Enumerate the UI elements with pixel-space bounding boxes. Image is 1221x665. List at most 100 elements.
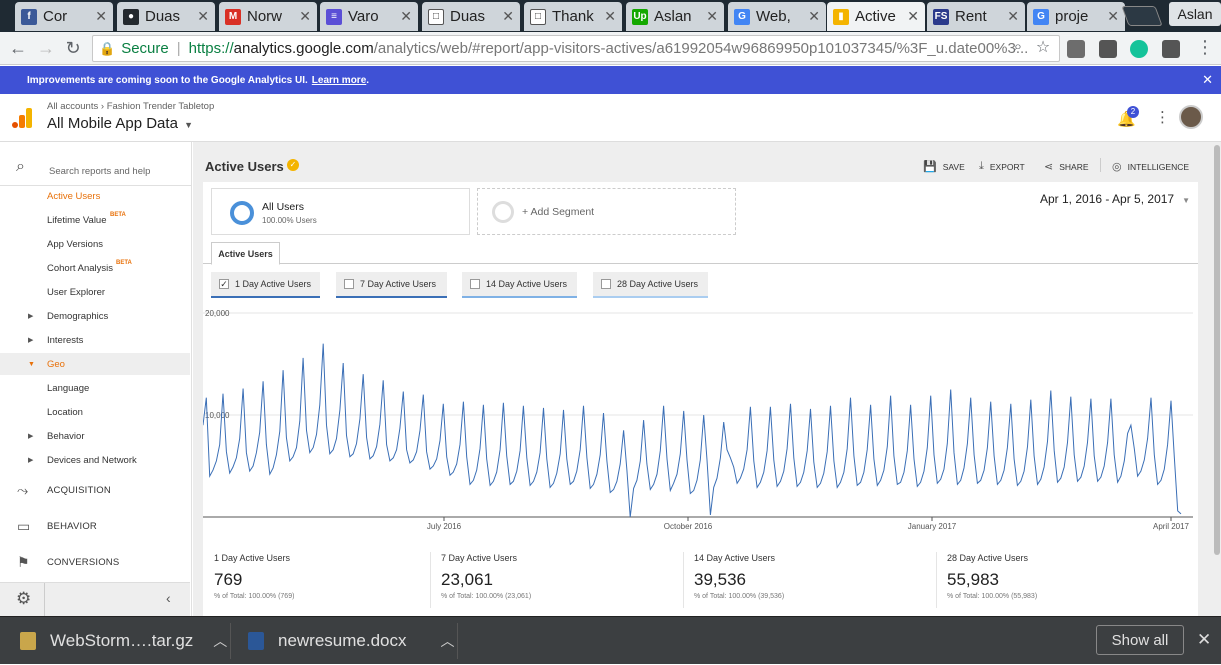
- tab-close-icon[interactable]: ✕: [400, 8, 412, 25]
- tab-close-icon[interactable]: ✕: [197, 8, 209, 25]
- collapse-sidebar-icon[interactable]: ‹: [166, 590, 171, 606]
- browser-menu-icon[interactable]: ⋮: [1195, 37, 1215, 58]
- chevron-up-icon[interactable]: ︿: [441, 631, 455, 651]
- grammarly-icon[interactable]: [1130, 40, 1148, 58]
- download-item-newresume[interactable]: newresume.docx ︿: [248, 617, 455, 665]
- browser-tab[interactable]: Up Aslan ✕: [626, 2, 724, 31]
- caret-right-icon[interactable]: ▶: [28, 336, 33, 344]
- tab-close-icon[interactable]: ✕: [604, 8, 616, 25]
- sidebar-item-demographics[interactable]: ▶ Demographics: [0, 305, 190, 327]
- browser-tab[interactable]: ▮ Active ✕: [827, 2, 925, 31]
- profile-name[interactable]: Aslan: [1169, 2, 1221, 26]
- browser-tab[interactable]: M Norw ✕: [219, 2, 317, 31]
- extension-grid-icon[interactable]: [1162, 40, 1180, 58]
- zoom-icon[interactable]: ⌕: [1008, 38, 1028, 55]
- report-search[interactable]: ⌕ Search reports and help: [0, 150, 192, 186]
- browser-tab[interactable]: ≡ Varo ✕: [320, 2, 418, 31]
- sidebar-item-active-users[interactable]: Active Users: [0, 185, 190, 207]
- tab-close-icon[interactable]: ✕: [299, 8, 311, 25]
- download-item-webstorm[interactable]: WebStorm….tar.gz ︿: [20, 617, 227, 665]
- sidebar-section-conversions[interactable]: ⚑ CONVERSIONS: [0, 547, 190, 577]
- tab-close-icon[interactable]: ✕: [907, 8, 919, 25]
- show-all-downloads-button[interactable]: Show all: [1096, 625, 1184, 655]
- browser-tab[interactable]: G Web, ✕: [728, 2, 826, 31]
- sidebar-item-user-explorer[interactable]: User Explorer: [0, 281, 190, 303]
- sidebar-item-geo[interactable]: ▼ Geo: [0, 353, 190, 375]
- sidebar-item-location[interactable]: Location: [0, 401, 190, 423]
- caret-down-icon[interactable]: ▼: [28, 361, 35, 368]
- sidebar-item-app-versions[interactable]: App Versions: [0, 233, 190, 255]
- date-range-picker[interactable]: Apr 1, 2016 - Apr 5, 2017 ▼: [1040, 192, 1190, 206]
- checkbox[interactable]: [470, 279, 480, 289]
- browser-tab[interactable]: FS Rent ✕: [927, 2, 1025, 31]
- save-button[interactable]: 💾 SAVE: [923, 160, 965, 173]
- segment-ring-icon: [230, 201, 254, 225]
- banner-close-icon[interactable]: ✕: [1202, 72, 1213, 88]
- notification-count-badge[interactable]: 2: [1127, 106, 1139, 118]
- user-avatar[interactable]: [1179, 105, 1203, 129]
- tab-close-icon[interactable]: ✕: [1107, 8, 1119, 25]
- metric-toggle-7-day[interactable]: 7 Day Active Users: [336, 272, 447, 298]
- google-analytics-logo[interactable]: [12, 108, 32, 128]
- download-filename[interactable]: WebStorm….tar.gz: [50, 631, 193, 651]
- address-bar[interactable]: 🔒 Secure | https://analytics.google.com /…: [92, 35, 1060, 62]
- tab-active-users[interactable]: Active Users: [211, 242, 280, 265]
- sidebar-section-behavior[interactable]: ▭ BEHAVIOR: [0, 511, 190, 541]
- metric-toggle-14-day[interactable]: 14 Day Active Users: [462, 272, 577, 298]
- date-range-label[interactable]: Apr 1, 2016 - Apr 5, 2017: [1040, 192, 1174, 206]
- checkbox[interactable]: [601, 279, 611, 289]
- view-title[interactable]: All Mobile App Data: [47, 115, 178, 132]
- intelligence-button[interactable]: ◎ INTELLIGENCE: [1112, 160, 1189, 173]
- sidebar-section-acquisition[interactable]: ⤳ ACQUISITION: [0, 475, 190, 505]
- browser-tab[interactable]: □ Duas ✕: [422, 2, 520, 31]
- search-input[interactable]: Search reports and help: [49, 166, 150, 177]
- download-filename[interactable]: newresume.docx: [278, 631, 407, 651]
- sidebar-item-devices-and-network[interactable]: ▶ Devices and Network: [0, 449, 190, 471]
- close-downloads-icon[interactable]: ✕: [1197, 630, 1211, 650]
- bookmark-star-icon[interactable]: ☆: [1033, 37, 1053, 57]
- reload-icon[interactable]: ↻: [63, 38, 83, 59]
- metric-toggle-28-day[interactable]: 28 Day Active Users: [593, 272, 708, 298]
- sidebar-item-lifetime-value[interactable]: Lifetime Value BETA: [0, 209, 190, 231]
- metric-toggle-1-day[interactable]: ✓ 1 Day Active Users: [211, 272, 320, 298]
- sidebar-item-language[interactable]: Language: [0, 377, 190, 399]
- chevron-down-icon[interactable]: ▼: [184, 120, 193, 130]
- browser-tab[interactable]: f Cor ✕: [15, 2, 113, 31]
- share-button[interactable]: ⋖ SHARE: [1044, 160, 1089, 173]
- sidebar-item-interests[interactable]: ▶ Interests: [0, 329, 190, 351]
- caret-right-icon[interactable]: ▶: [28, 432, 33, 440]
- more-options-icon[interactable]: ⋮: [1155, 108, 1170, 126]
- tab-close-icon[interactable]: ✕: [502, 8, 514, 25]
- add-segment-button[interactable]: + Add Segment: [477, 188, 736, 235]
- tab-close-icon[interactable]: ✕: [808, 8, 820, 25]
- chevron-up-icon[interactable]: ︿: [213, 631, 227, 651]
- browser-tab[interactable]: ● Duas ✕: [117, 2, 215, 31]
- checkbox[interactable]: [344, 279, 354, 289]
- segment-all-users[interactable]: All Users 100.00% Users: [211, 188, 470, 235]
- tab-close-icon[interactable]: ✕: [95, 8, 107, 25]
- series-line-1-day-active-users[interactable]: [203, 343, 1182, 518]
- export-button[interactable]: ⤓ EXPORT: [979, 160, 1025, 173]
- browser-tab[interactable]: Gproje ✕: [1027, 2, 1125, 31]
- page-scrollbar-thumb[interactable]: [1214, 145, 1220, 555]
- breadcrumb-account[interactable]: Fashion Trender Tabletop: [107, 101, 215, 112]
- gear-icon[interactable]: ⚙: [16, 589, 31, 609]
- extension-check-icon[interactable]: [1067, 40, 1085, 58]
- breadcrumb-all-accounts[interactable]: All accounts: [47, 101, 98, 112]
- caret-right-icon[interactable]: ▶: [28, 312, 33, 320]
- forward-icon[interactable]: →: [36, 38, 56, 59]
- banner-learn-more-link[interactable]: Learn more: [312, 75, 366, 86]
- chevron-down-icon[interactable]: ▼: [1182, 196, 1190, 205]
- caret-right-icon[interactable]: ▶: [28, 456, 33, 464]
- tab-close-icon[interactable]: ✕: [706, 8, 718, 25]
- extension-window-icon[interactable]: [1099, 40, 1117, 58]
- breadcrumb[interactable]: All accounts › Fashion Trender Tabletop: [47, 101, 214, 112]
- browser-tab[interactable]: □ Thank ✕: [524, 2, 622, 31]
- new-tab-button[interactable]: [1121, 6, 1163, 26]
- sidebar-item-behavior[interactable]: ▶ Behavior: [0, 425, 190, 447]
- tab-close-icon[interactable]: ✕: [1007, 8, 1019, 25]
- view-selector[interactable]: All Mobile App Data ▼: [47, 115, 193, 132]
- checkbox[interactable]: ✓: [219, 279, 229, 289]
- back-icon[interactable]: ←: [8, 38, 28, 59]
- sidebar-item-cohort-analysis[interactable]: Cohort Analysis BETA: [0, 257, 190, 279]
